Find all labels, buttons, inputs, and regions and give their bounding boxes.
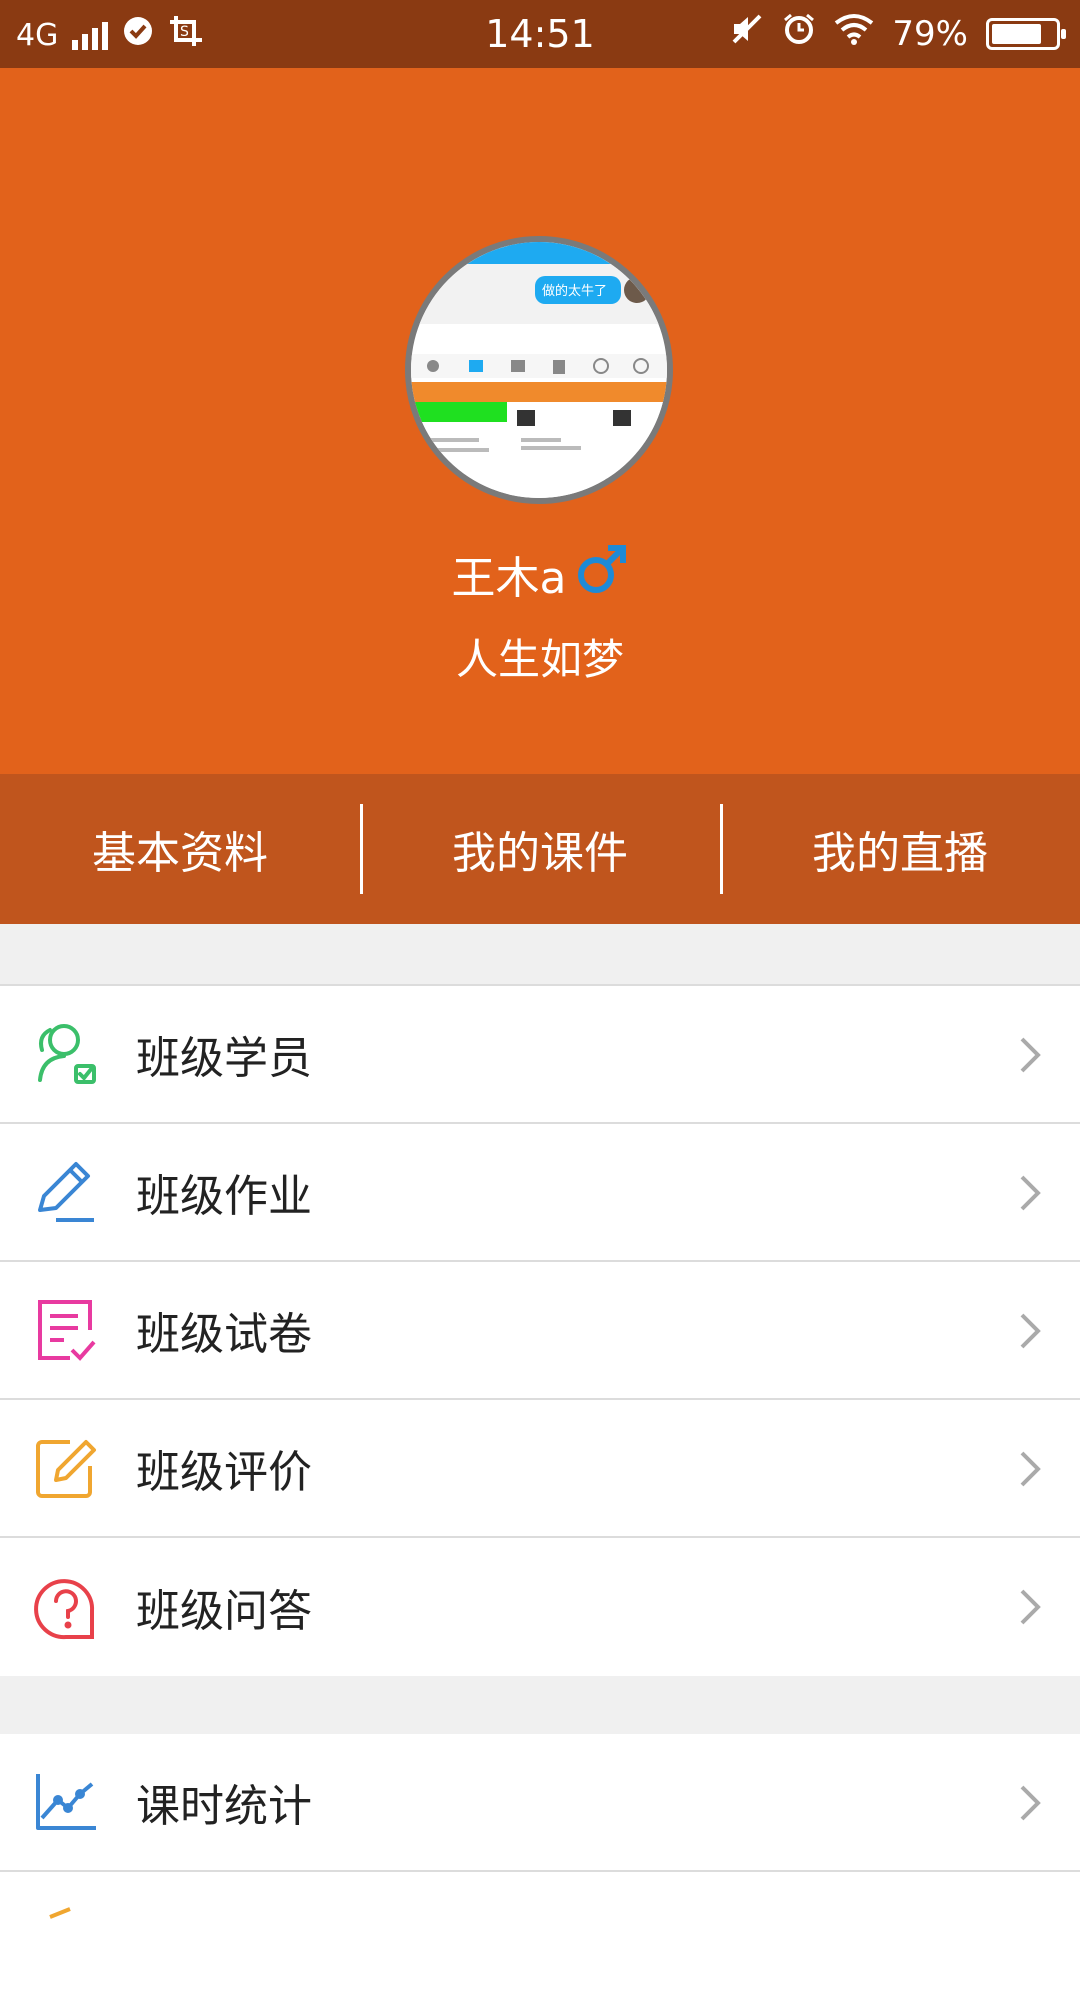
menu-label: 班级学员 [136,1033,312,1084]
menu-label: 班级作业 [136,1171,312,1222]
pencil-icon [26,1152,106,1232]
chevron-right-icon [1010,1587,1050,1627]
battery-icon [986,17,1066,50]
profile-motto: 人生如梦 [455,635,624,684]
alarm-icon [782,12,816,55]
status-bar: 4G S 14:51 79% [0,0,1080,68]
avatar-chat-text: 做的太牛了 [542,283,607,299]
partial-icon [26,1901,106,1981]
mute-icon [730,12,764,55]
question-icon [26,1567,106,1647]
tab-my-courseware[interactable]: 我的课件 [360,774,720,924]
menu-label: 课时统计 [136,1781,312,1832]
menu-next-item[interactable] [0,1872,1080,2010]
profile-name-row: 王木a [0,542,1080,606]
profile-name: 王木a [451,553,567,604]
menu-class-homework[interactable]: 班级作业 [0,1124,1080,1262]
menu-class-qa[interactable]: 班级问答 [0,1538,1080,1676]
chevron-right-icon [1010,1173,1050,1213]
profile-tabs: 基本资料 我的课件 我的直播 [0,774,1080,924]
chart-line-icon [26,1762,106,1842]
menu-label: 班级评价 [136,1447,312,1498]
menu-class-test-paper[interactable]: 班级试卷 [0,1262,1080,1400]
students-icon [26,1014,106,1094]
edit-note-icon [26,1428,106,1508]
profile-header: 做的太牛了 王木a 人生如梦 [0,68,1080,774]
stats-menu-list: 课时统计 [0,1734,1080,2010]
male-icon [576,543,628,606]
class-menu-list: 班级学员 班级作业 班级试卷 班级评价 班级问答 [0,984,1080,1676]
chevron-right-icon [1010,1783,1050,1823]
chevron-right-icon [1010,1449,1050,1489]
menu-class-students[interactable]: 班级学员 [0,986,1080,1124]
menu-label: 班级问答 [136,1586,312,1637]
chevron-right-icon [1010,1311,1050,1351]
battery-percent: 79% [892,13,968,54]
avatar[interactable]: 做的太牛了 [405,236,673,504]
chevron-right-icon [1010,1035,1050,1075]
menu-label: 班级试卷 [136,1309,312,1360]
tab-basic-info[interactable]: 基本资料 [0,774,360,924]
menu-class-evaluation[interactable]: 班级评价 [0,1400,1080,1538]
menu-lesson-stats[interactable]: 课时统计 [0,1734,1080,1872]
wifi-icon [834,13,874,54]
test-paper-icon [26,1290,106,1370]
tab-my-live[interactable]: 我的直播 [720,774,1080,924]
